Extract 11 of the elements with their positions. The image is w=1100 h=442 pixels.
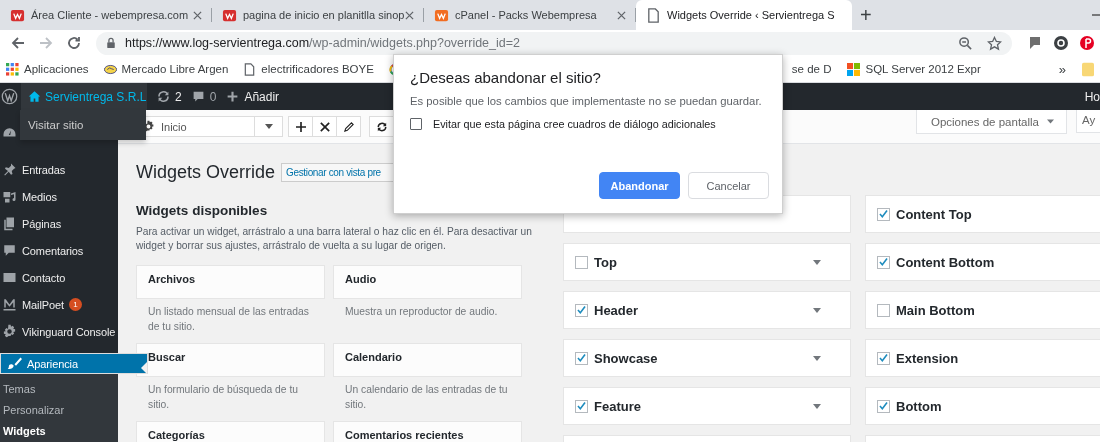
dialog-message: Es posible que los cambios que implementaste no se puedan guardar. [410,95,763,107]
page-title: Widgets Override [136,161,276,183]
widget-description: Un formulario de búsqueda de tu sitio. [147,383,299,412]
count-badge: 1 [69,298,82,311]
section-description: Para activar un widget, arrástralo a una barra lateral o haz clic en él. Para desactivar un widget y borrar sus ajustes, arrástralo de vuelta a su lugar de origen. [136,225,533,253]
widget-description: Un listado mensual de las entradas de tu sitio. [147,305,310,334]
widget-description: Un calendario de las entradas de tu sitio. [344,383,509,412]
section-heading: Widgets disponibles [136,203,269,218]
widget-description: Muestra un reproductor de audio. [344,305,499,319]
dialog-title: ¿Deseas abandonar el sitio? [410,69,602,86]
checkbox-label: Evitar que esta página cree cuadros de diálogo adicionales [433,118,716,130]
